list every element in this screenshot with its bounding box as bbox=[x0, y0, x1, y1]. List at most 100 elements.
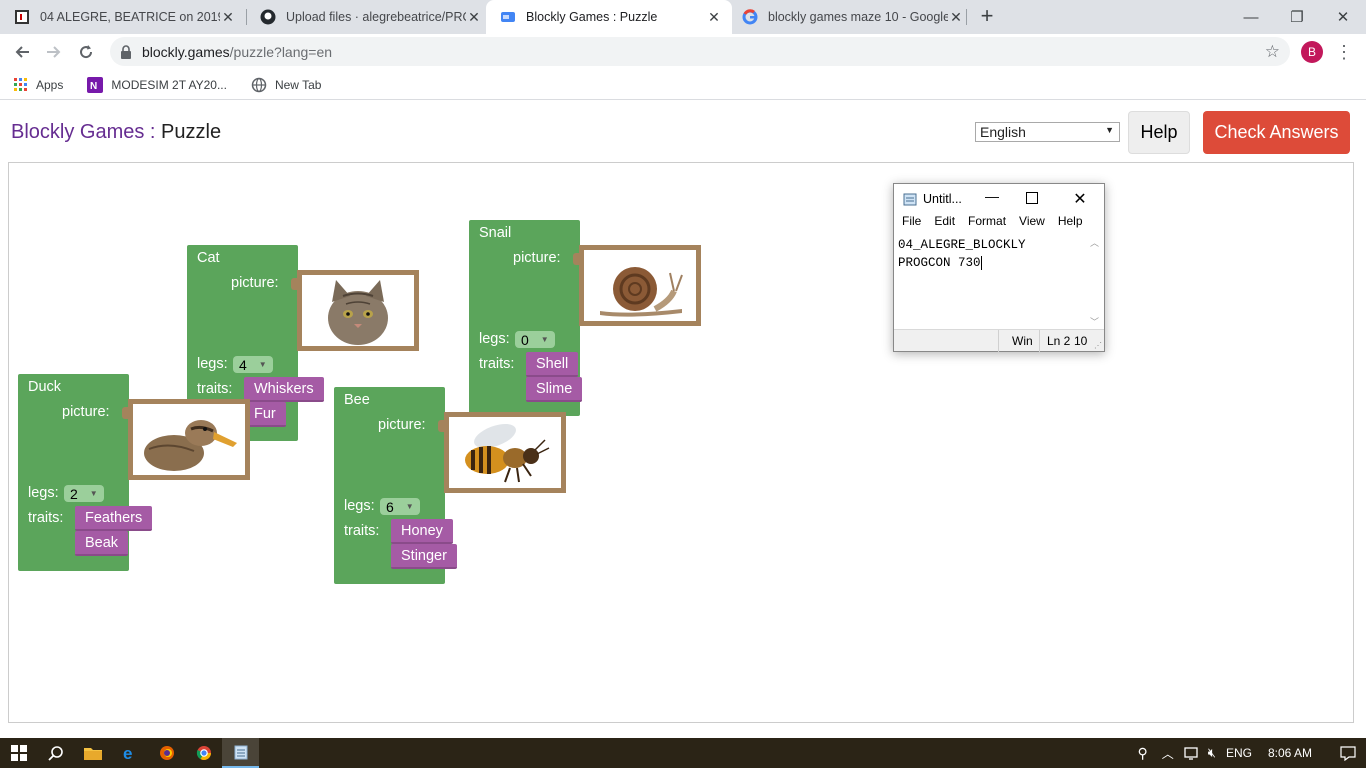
new-tab-button[interactable]: + bbox=[975, 5, 999, 29]
chrome-icon[interactable] bbox=[185, 738, 222, 768]
block-name: Duck bbox=[28, 379, 62, 395]
notepad-titlebar[interactable]: Untitl... — ✕ bbox=[894, 184, 1104, 214]
github-icon bbox=[260, 9, 276, 25]
notepad-text-area[interactable]: 04_ALEGRE_BLOCKLY PROGCON 730 bbox=[898, 236, 1026, 272]
edge-icon[interactable]: e bbox=[111, 738, 148, 768]
blockly-games-link[interactable]: Blockly Games bbox=[11, 121, 144, 143]
text-cursor bbox=[980, 255, 982, 270]
status-zoom: 10( bbox=[1074, 334, 1088, 348]
trait-block[interactable]: Feathers bbox=[75, 506, 153, 531]
trait-block[interactable]: Honey bbox=[391, 519, 453, 544]
menu-kebab-icon[interactable]: ⋮ bbox=[1334, 40, 1354, 64]
network-icon[interactable] bbox=[1184, 746, 1200, 760]
cat-picture bbox=[302, 275, 414, 346]
notepad-statusbar: Win Ln 2 10( ⋰ bbox=[894, 329, 1104, 352]
close-tab-icon[interactable]: ✕ bbox=[466, 9, 482, 26]
input-language[interactable]: ENG bbox=[1226, 746, 1252, 760]
tab-blockly[interactable]: Blockly Games : Puzzle ✕ bbox=[486, 0, 732, 34]
trait-block[interactable]: Fur bbox=[244, 402, 286, 427]
language-select[interactable]: English ▼ bbox=[975, 122, 1120, 142]
bookmark-new-tab[interactable]: New Tab bbox=[251, 77, 321, 93]
game-name: Puzzle bbox=[161, 121, 222, 143]
maximize-icon[interactable] bbox=[1026, 192, 1038, 204]
blockly-icon bbox=[500, 9, 516, 25]
file-explorer-icon[interactable] bbox=[74, 738, 111, 768]
trait-block[interactable]: Stinger bbox=[391, 544, 457, 569]
chevron-up-icon[interactable]: ︿ bbox=[1162, 745, 1174, 762]
bookmark-label: MODESIM 2T AY20... bbox=[111, 77, 227, 92]
close-tab-icon[interactable]: ✕ bbox=[706, 9, 722, 26]
back-arrow-icon[interactable] bbox=[8, 38, 36, 66]
profile-avatar[interactable]: B bbox=[1301, 41, 1323, 63]
language-value: English bbox=[980, 124, 1026, 140]
menu-edit[interactable]: Edit bbox=[926, 214, 960, 234]
check-answers-button[interactable]: Check Answers bbox=[1203, 111, 1350, 154]
minimize-icon[interactable]: — bbox=[982, 188, 1002, 204]
window-controls: — ❐ ✕ bbox=[1228, 0, 1366, 34]
close-window-icon[interactable]: ✕ bbox=[1320, 0, 1366, 34]
start-windows-icon[interactable] bbox=[0, 738, 37, 768]
bookmark-star-icon[interactable]: ☆ bbox=[1265, 42, 1280, 62]
tab-google[interactable]: blockly games maze 10 - Google ✕ bbox=[728, 0, 974, 34]
menu-view[interactable]: View bbox=[1011, 214, 1050, 234]
volume-muted-icon[interactable]: 🔇︎ bbox=[1208, 745, 1216, 761]
legs-dropdown[interactable]: 0 ▼ bbox=[515, 331, 555, 348]
text-line-content: PROGCON 730 bbox=[898, 256, 981, 270]
bookmark-apps[interactable]: Apps bbox=[14, 77, 63, 92]
dropdown-arrow-icon: ▼ bbox=[89, 489, 98, 498]
menu-format[interactable]: Format bbox=[960, 214, 1011, 234]
restore-icon[interactable]: ❐ bbox=[1274, 0, 1320, 34]
legs-value: 2 bbox=[70, 485, 78, 502]
reload-icon[interactable] bbox=[72, 38, 100, 66]
trait-block[interactable]: Shell bbox=[526, 352, 579, 377]
traits-label: traits: bbox=[344, 523, 380, 539]
text-line: PROGCON 730 bbox=[898, 254, 1026, 272]
bookmarks-bar: Apps N MODESIM 2T AY20... New Tab bbox=[0, 70, 1366, 100]
trait-block[interactable]: Beak bbox=[75, 531, 129, 556]
onenote-icon: N bbox=[87, 76, 104, 93]
legs-value: 0 bbox=[521, 331, 529, 348]
help-button[interactable]: Help bbox=[1128, 111, 1190, 154]
trait-block[interactable]: Whiskers bbox=[244, 377, 324, 402]
legs-dropdown[interactable]: 6 ▼ bbox=[380, 498, 420, 515]
forward-arrow-icon[interactable] bbox=[40, 38, 68, 66]
menu-help[interactable]: Help bbox=[1050, 214, 1088, 234]
address-bar[interactable]: blockly.games/puzzle?lang=en ☆ bbox=[110, 37, 1290, 66]
vertical-scrollbar[interactable]: ︿ ﹀ bbox=[1088, 236, 1102, 328]
trait-block[interactable]: Slime bbox=[526, 377, 583, 402]
notifications-icon[interactable] bbox=[1330, 745, 1366, 761]
close-tab-icon[interactable]: ✕ bbox=[220, 9, 236, 26]
tab-title: Blockly Games : Puzzle bbox=[526, 10, 658, 24]
tab-github[interactable]: Upload files · alegrebeatrice/PRO ✕ bbox=[246, 0, 492, 34]
close-icon[interactable]: ✕ bbox=[1070, 189, 1090, 209]
legs-label: legs: bbox=[344, 498, 375, 514]
title-separator: : bbox=[144, 121, 162, 143]
legs-label: legs: bbox=[197, 356, 228, 372]
dropdown-arrow-icon: ▼ bbox=[258, 360, 267, 369]
windows-taskbar: e ⚲ ︿ 🔇︎ ENG 8:06 AM bbox=[0, 738, 1366, 768]
search-icon[interactable] bbox=[37, 738, 74, 768]
block-name: Bee bbox=[344, 392, 370, 408]
notepad-taskbar-icon[interactable] bbox=[222, 738, 259, 768]
picture-label: picture: bbox=[378, 417, 426, 433]
firefox-icon[interactable] bbox=[148, 738, 185, 768]
tab-classroom[interactable]: 04 ALEGRE, BEATRICE on 2019T2 ✕ bbox=[0, 0, 246, 34]
bookmark-modesim[interactable]: N MODESIM 2T AY20... bbox=[87, 76, 227, 93]
menu-file[interactable]: File bbox=[894, 214, 926, 234]
legs-dropdown[interactable]: 4 ▼ bbox=[233, 356, 273, 373]
bee-picture bbox=[449, 417, 561, 488]
close-tab-icon[interactable]: ✕ bbox=[948, 9, 964, 26]
classroom-icon bbox=[14, 9, 30, 25]
minimize-icon[interactable]: — bbox=[1228, 0, 1274, 34]
legs-dropdown[interactable]: 2 ▼ bbox=[64, 485, 104, 502]
people-icon[interactable]: ⚲ bbox=[1137, 745, 1147, 762]
tab-title: blockly games maze 10 - Google bbox=[768, 10, 948, 24]
resize-grip-icon[interactable]: ⋰ bbox=[1094, 341, 1102, 350]
clock-time[interactable]: 8:06 AM bbox=[1268, 746, 1312, 760]
picture-slot bbox=[122, 399, 250, 480]
notepad-window[interactable]: Untitl... — ✕ File Edit Format View Help… bbox=[893, 183, 1105, 352]
scroll-up-icon[interactable]: ︿ bbox=[1090, 236, 1099, 249]
scroll-down-icon[interactable]: ﹀ bbox=[1090, 315, 1099, 328]
status-encoding: Win bbox=[1012, 334, 1033, 348]
picture-label: picture: bbox=[231, 275, 279, 291]
